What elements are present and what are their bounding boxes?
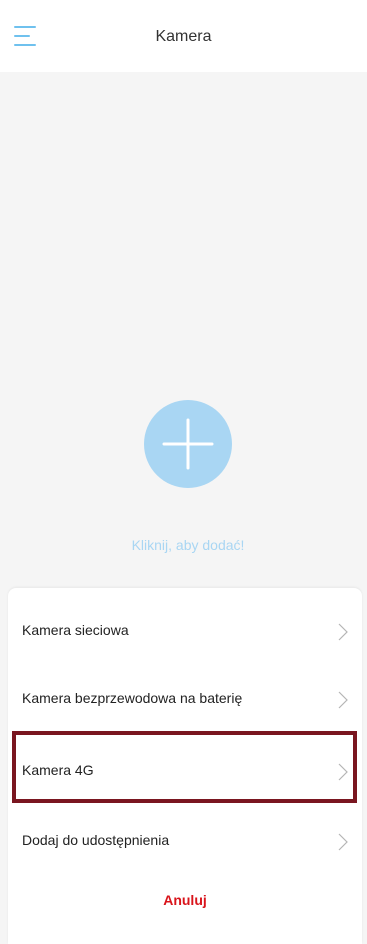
chevron-right-icon	[338, 763, 348, 781]
chevron-right-icon	[338, 833, 348, 851]
top-bar: Kamera	[0, 0, 367, 72]
menu-item-label: Kamera bezprzewodowa na baterię	[22, 690, 243, 706]
screen: Kamera Kliknij, aby dodać! Kamera siecio…	[0, 0, 367, 944]
menu-item-label: Kamera 4G	[22, 762, 94, 778]
menu-item-add-shared[interactable]: Dodaj do udostępnienia	[8, 806, 362, 876]
add-device-sheet: Kamera sieciowa Kamera bezprzewodowa na …	[8, 588, 362, 944]
page-title: Kamera	[155, 28, 212, 45]
cancel-button[interactable]: Anuluj	[8, 880, 362, 920]
menu-item-label: Kamera sieciowa	[22, 622, 129, 638]
menu-item-4g-camera[interactable]: Kamera 4G	[8, 736, 362, 806]
chevron-right-icon	[338, 691, 348, 709]
add-camera-button[interactable]	[144, 400, 232, 488]
menu-item-network-camera[interactable]: Kamera sieciowa	[8, 596, 362, 666]
plus-icon	[162, 418, 214, 470]
menu-item-battery-camera[interactable]: Kamera bezprzewodowa na baterię	[8, 664, 362, 734]
chevron-right-icon	[338, 623, 348, 641]
menu-item-label: Dodaj do udostępnienia	[22, 832, 170, 848]
add-hint-text: Kliknij, aby dodać!	[131, 537, 245, 553]
